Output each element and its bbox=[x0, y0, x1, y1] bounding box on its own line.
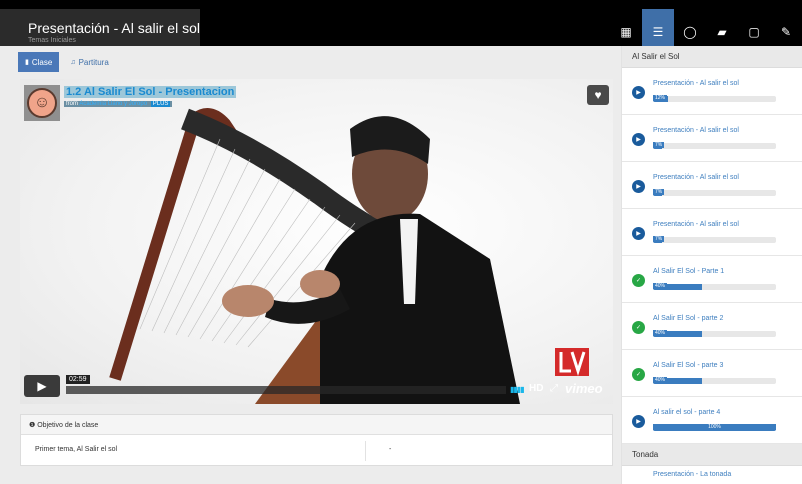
progress-scrubber[interactable] bbox=[66, 386, 506, 394]
video-byline: from Academia Llano y Joropo PLUS bbox=[64, 101, 173, 107]
lesson-item[interactable]: ✓ Al Salir El Sol - parte 2 40% bbox=[622, 303, 802, 350]
play-circle-icon: ▶ bbox=[632, 415, 645, 428]
divider bbox=[365, 441, 366, 461]
video-title[interactable]: 1.2 Al Salir El Sol - Presentacion bbox=[64, 86, 237, 98]
lesson-name: Presentación - La tonada bbox=[653, 471, 732, 478]
channel-avatar[interactable]: ☺ bbox=[24, 85, 60, 121]
lesson-progress bbox=[653, 143, 776, 149]
play-button[interactable]: ▶ bbox=[24, 375, 60, 397]
page-title: Presentación - Al salir el sol bbox=[28, 20, 200, 36]
tab-label: Clase bbox=[31, 57, 53, 67]
lesson-progress bbox=[653, 237, 776, 243]
lesson-progress bbox=[653, 331, 776, 337]
plus-badge: PLUS bbox=[150, 101, 171, 107]
lesson-item[interactable]: ▶ Presentación - Al salir el sol 7% bbox=[622, 162, 802, 209]
bookmark-icon: ▮ bbox=[25, 59, 29, 66]
lesson-item[interactable]: ▶ Presentación - Al salir el sol 12% bbox=[622, 68, 802, 115]
current-time: 02:59 bbox=[66, 375, 90, 384]
objective-row: Primer tema, Al Salir el sol - bbox=[21, 435, 612, 466]
objective-header: ❶ Objetivo de la clase bbox=[21, 415, 612, 435]
progress-label: 12% bbox=[653, 95, 668, 101]
objective-heading: Objetivo de la clase bbox=[37, 422, 99, 429]
video-frame bbox=[20, 79, 613, 404]
check-circle-icon: ✓ bbox=[632, 321, 645, 334]
hd-button[interactable]: HD bbox=[529, 383, 543, 394]
play-circle-icon: ▶ bbox=[632, 133, 645, 146]
section-header[interactable]: Al Salir el Sol bbox=[622, 46, 802, 68]
lesson-name: Presentación - Al salir el sol bbox=[653, 127, 739, 134]
lesson-name: Al salir el sol - parte 4 bbox=[653, 409, 721, 416]
lesson-name: Presentación - Al salir el sol bbox=[653, 221, 739, 228]
tab-label: Partitura bbox=[78, 57, 109, 67]
volume-icon[interactable]: ▮▮▮▮ bbox=[510, 385, 525, 394]
channel-link[interactable]: Academia Llano y Joropo bbox=[79, 101, 147, 107]
play-circle-icon: ▶ bbox=[632, 180, 645, 193]
vimeo-logo[interactable]: vimeo bbox=[565, 381, 603, 396]
lesson-name: Al Salir El Sol - Parte 1 bbox=[653, 268, 725, 275]
lesson-progress bbox=[653, 284, 776, 290]
top-bar: Presentación - Al salir el sol Temas Ini… bbox=[0, 0, 802, 55]
check-circle-icon: ✓ bbox=[632, 368, 645, 381]
objective-panel: ❶ Objetivo de la clase Primer tema, Al S… bbox=[20, 414, 613, 466]
objective-text: Primer tema, Al Salir el sol bbox=[35, 446, 118, 453]
lesson-item[interactable]: ✓ Al Salir El Sol - parte 3 40% bbox=[622, 350, 802, 397]
page-subtitle: Temas Iniciales bbox=[28, 37, 76, 44]
lesson-item[interactable]: ✓ Al Salir El Sol - Parte 1 40% bbox=[622, 256, 802, 303]
progress-label: 7% bbox=[653, 189, 665, 195]
section-header[interactable]: Tonada bbox=[622, 444, 802, 466]
lesson-item[interactable]: ▶ Presentación - Al salir el sol 7% bbox=[622, 209, 802, 256]
smiley-icon: ☺ bbox=[27, 88, 57, 118]
play-circle-icon: ▶ bbox=[632, 86, 645, 99]
progress-label: 40% bbox=[653, 283, 668, 289]
school-logo bbox=[555, 348, 589, 376]
progress-label: 7% bbox=[653, 236, 665, 242]
check-circle-icon: ✓ bbox=[632, 274, 645, 287]
video-player[interactable]: ☺ 1.2 Al Salir El Sol - Presentacion fro… bbox=[20, 79, 613, 404]
lesson-progress bbox=[653, 378, 776, 384]
progress-label: 40% bbox=[653, 377, 668, 383]
progress-label: 40% bbox=[653, 330, 668, 336]
lesson-name: Al Salir El Sol - parte 3 bbox=[653, 362, 724, 369]
info-icon: ❶ bbox=[29, 422, 36, 429]
video-scene bbox=[109, 108, 520, 404]
lesson-sidebar: Al Salir el Sol ▶ Presentación - Al sali… bbox=[621, 46, 802, 484]
progress-label: 7% bbox=[653, 142, 665, 148]
lesson-progress bbox=[653, 190, 776, 196]
lesson-progress bbox=[653, 96, 776, 102]
heart-icon[interactable]: ♥ bbox=[587, 85, 609, 105]
tab-partitura[interactable]: ♫ Partitura bbox=[63, 52, 115, 72]
music-note-icon: ♫ bbox=[70, 58, 76, 66]
fullscreen-icon[interactable]: ⤢ bbox=[550, 383, 558, 394]
from-label: from bbox=[66, 101, 78, 107]
lesson-name: Al Salir El Sol - parte 2 bbox=[653, 315, 724, 322]
lesson-item[interactable]: ▶ Al salir el sol - parte 4 100% bbox=[622, 397, 802, 444]
progress-label: 100% bbox=[653, 424, 776, 430]
lesson-name: Presentación - Al salir el sol bbox=[653, 80, 739, 87]
tab-bar: ▮ Clase ♫ Partitura bbox=[18, 52, 116, 72]
play-circle-icon: ▶ bbox=[632, 227, 645, 240]
lesson-name: Presentación - Al salir el sol bbox=[653, 174, 739, 181]
tab-clase[interactable]: ▮ Clase bbox=[18, 52, 60, 72]
objective-value: - bbox=[389, 446, 392, 453]
lesson-item[interactable]: Presentación - La tonada bbox=[622, 466, 802, 484]
lesson-item[interactable]: ▶ Presentación - Al salir el sol 7% bbox=[622, 115, 802, 162]
